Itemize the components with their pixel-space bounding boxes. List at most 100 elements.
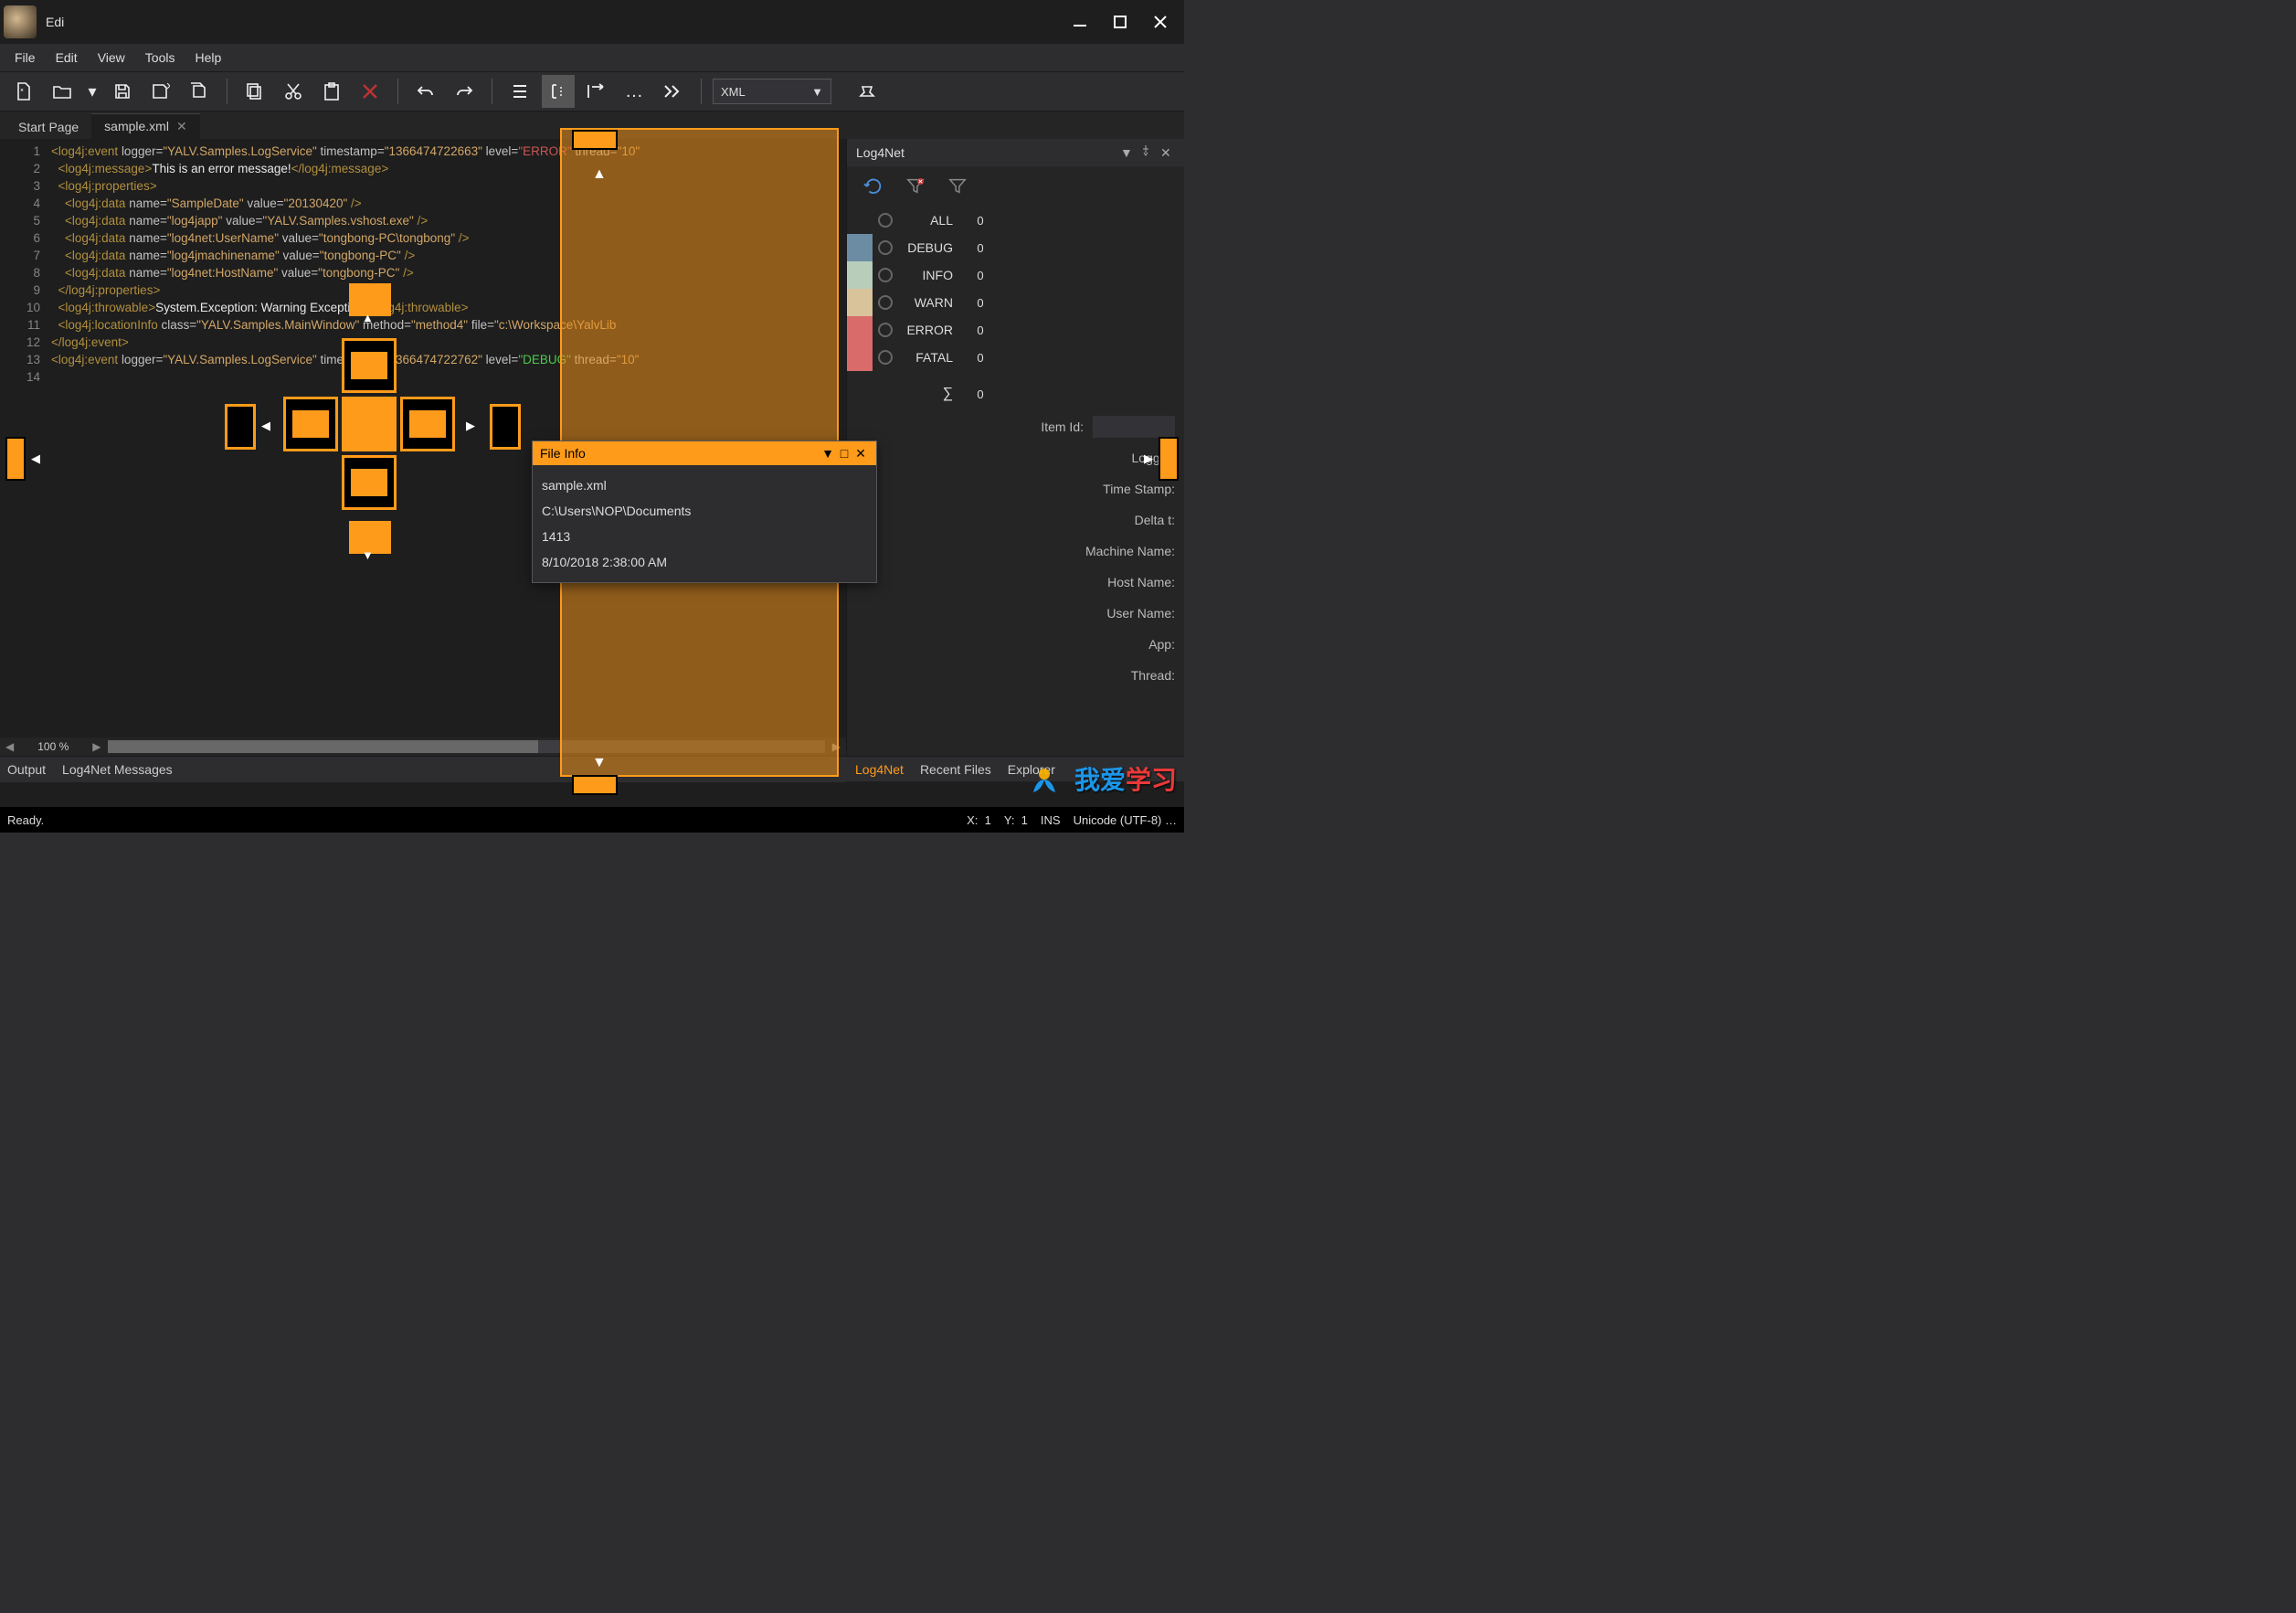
level-row-error[interactable]: ERROR 0 <box>847 316 1184 344</box>
save-button[interactable] <box>106 75 139 108</box>
level-label: WARN <box>898 295 962 310</box>
level-label: ERROR <box>898 323 962 337</box>
panel-dropdown-icon[interactable]: ▼ <box>1120 145 1135 160</box>
tab-output[interactable]: Output <box>7 762 46 777</box>
file-info-body: sample.xml C:\Users\NOP\Documents 1413 8… <box>533 465 876 582</box>
line-numbers-button[interactable] <box>503 75 536 108</box>
level-color-swatch <box>847 261 873 289</box>
paste-button[interactable] <box>315 75 348 108</box>
zoom-level[interactable]: 100 % <box>21 740 85 753</box>
copy-button[interactable] <box>238 75 271 108</box>
log4net-panel: Log4Net ▼ ✕ ALL 0 DEBUG 0 INFO 0 WARN 0 … <box>846 139 1184 756</box>
delete-button[interactable] <box>354 75 386 108</box>
dock-cross-outer-left[interactable] <box>225 404 256 450</box>
level-row-debug[interactable]: DEBUG 0 <box>847 234 1184 261</box>
filter-icon[interactable] <box>947 176 968 196</box>
tab-close-icon[interactable]: ✕ <box>176 119 187 133</box>
file-info-maximize-icon[interactable]: □ <box>836 446 852 461</box>
level-color-swatch <box>847 289 873 316</box>
file-info-title: File Info <box>540 446 586 461</box>
dock-cross-right[interactable] <box>400 397 455 451</box>
undo-button[interactable] <box>409 75 442 108</box>
menu-edit[interactable]: Edit <box>47 47 87 69</box>
dock-cross-left[interactable] <box>283 397 338 451</box>
prop-row: Item Id: <box>847 411 1175 442</box>
file-info-path: C:\Users\NOP\Documents <box>542 498 867 524</box>
prop-label: Delta t: <box>1135 513 1175 527</box>
level-row-info[interactable]: INFO 0 <box>847 261 1184 289</box>
file-info-dropdown-icon[interactable]: ▼ <box>820 446 836 461</box>
status-ready: Ready. <box>7 813 44 827</box>
dock-edge-right[interactable]: ▶ <box>1144 437 1179 481</box>
level-row-warn[interactable]: WARN 0 <box>847 289 1184 316</box>
level-label: FATAL <box>898 350 962 365</box>
sum-count: 0 <box>962 387 999 401</box>
tab-sample-xml[interactable]: sample.xml ✕ <box>91 113 200 139</box>
level-count: 0 <box>962 269 999 282</box>
cut-button[interactable] <box>277 75 310 108</box>
prop-label: Machine Name: <box>1085 544 1175 558</box>
pin-button[interactable] <box>852 75 884 108</box>
level-row-fatal[interactable]: FATAL 0 <box>847 344 1184 371</box>
file-info-close-icon[interactable]: ✕ <box>852 446 869 462</box>
level-count: 0 <box>962 351 999 365</box>
syntax-select[interactable]: XML▼ <box>713 79 831 104</box>
side-tab-explorer[interactable]: Explorer <box>1008 762 1055 777</box>
statusbar: Ready. X: 1 Y: 1 INS Unicode (UTF-8) … <box>0 807 1184 833</box>
menu-tools[interactable]: Tools <box>136 47 185 69</box>
dock-tab-hint-bottom <box>572 775 618 795</box>
word-wrap-button[interactable] <box>580 75 613 108</box>
side-panel-tabs: Log4Net Recent Files Explorer <box>846 757 1184 781</box>
more-button[interactable]: … <box>619 75 651 108</box>
prop-row: Logger: <box>847 442 1175 473</box>
prop-label: App: <box>1148 637 1175 652</box>
minimize-button[interactable] <box>1071 13 1089 31</box>
titlebar: Edi <box>0 0 1184 44</box>
level-radio[interactable] <box>873 295 898 310</box>
side-tab-log4net[interactable]: Log4Net <box>855 762 904 777</box>
open-button[interactable] <box>46 75 79 108</box>
level-radio[interactable] <box>873 240 898 255</box>
file-info-window[interactable]: File Info ▼ □ ✕ sample.xml C:\Users\NOP\… <box>532 440 877 583</box>
level-row-all[interactable]: ALL 0 <box>847 207 1184 234</box>
file-info-header[interactable]: File Info ▼ □ ✕ <box>533 441 876 465</box>
dock-edge-left[interactable]: ◀ <box>5 437 40 481</box>
menu-help[interactable]: Help <box>185 47 230 69</box>
dock-cross-up[interactable] <box>342 338 397 393</box>
panel-toolbar <box>847 166 1184 207</box>
dock-cross-down[interactable] <box>342 455 397 510</box>
prop-row: Time Stamp: <box>847 473 1175 504</box>
horizontal-scrollbar[interactable] <box>108 740 824 753</box>
menu-file[interactable]: File <box>5 47 45 69</box>
open-dropdown[interactable]: ▾ <box>84 75 101 108</box>
prop-input[interactable] <box>1093 416 1175 438</box>
prop-label: Host Name: <box>1107 575 1175 589</box>
maximize-button[interactable] <box>1111 13 1129 31</box>
dock-cross-center[interactable] <box>342 397 397 451</box>
level-count: 0 <box>962 214 999 228</box>
level-radio[interactable] <box>873 350 898 365</box>
tab-log4net-messages[interactable]: Log4Net Messages <box>62 762 173 777</box>
dock-cross-outer-right[interactable] <box>490 404 521 450</box>
prop-label: Thread: <box>1131 668 1175 683</box>
panel-pin-icon[interactable] <box>1140 145 1155 160</box>
overflow-button[interactable] <box>657 75 690 108</box>
save-as-button[interactable] <box>144 75 177 108</box>
prop-row: App: <box>847 629 1175 660</box>
level-radio[interactable] <box>873 323 898 337</box>
tab-start-page[interactable]: Start Page <box>5 115 91 139</box>
tab-label: sample.xml <box>104 119 169 133</box>
new-file-button[interactable] <box>7 75 40 108</box>
indent-guides-button[interactable] <box>542 75 575 108</box>
close-button[interactable] <box>1151 13 1169 31</box>
level-radio[interactable] <box>873 213 898 228</box>
refresh-icon[interactable] <box>863 176 883 196</box>
prop-row: Delta t: <box>847 504 1175 536</box>
menu-view[interactable]: View <box>89 47 134 69</box>
side-tab-recent[interactable]: Recent Files <box>920 762 991 777</box>
level-radio[interactable] <box>873 268 898 282</box>
redo-button[interactable] <box>448 75 481 108</box>
clear-filter-icon[interactable] <box>905 176 926 196</box>
save-all-button[interactable] <box>183 75 216 108</box>
panel-close-icon[interactable]: ✕ <box>1160 145 1175 160</box>
